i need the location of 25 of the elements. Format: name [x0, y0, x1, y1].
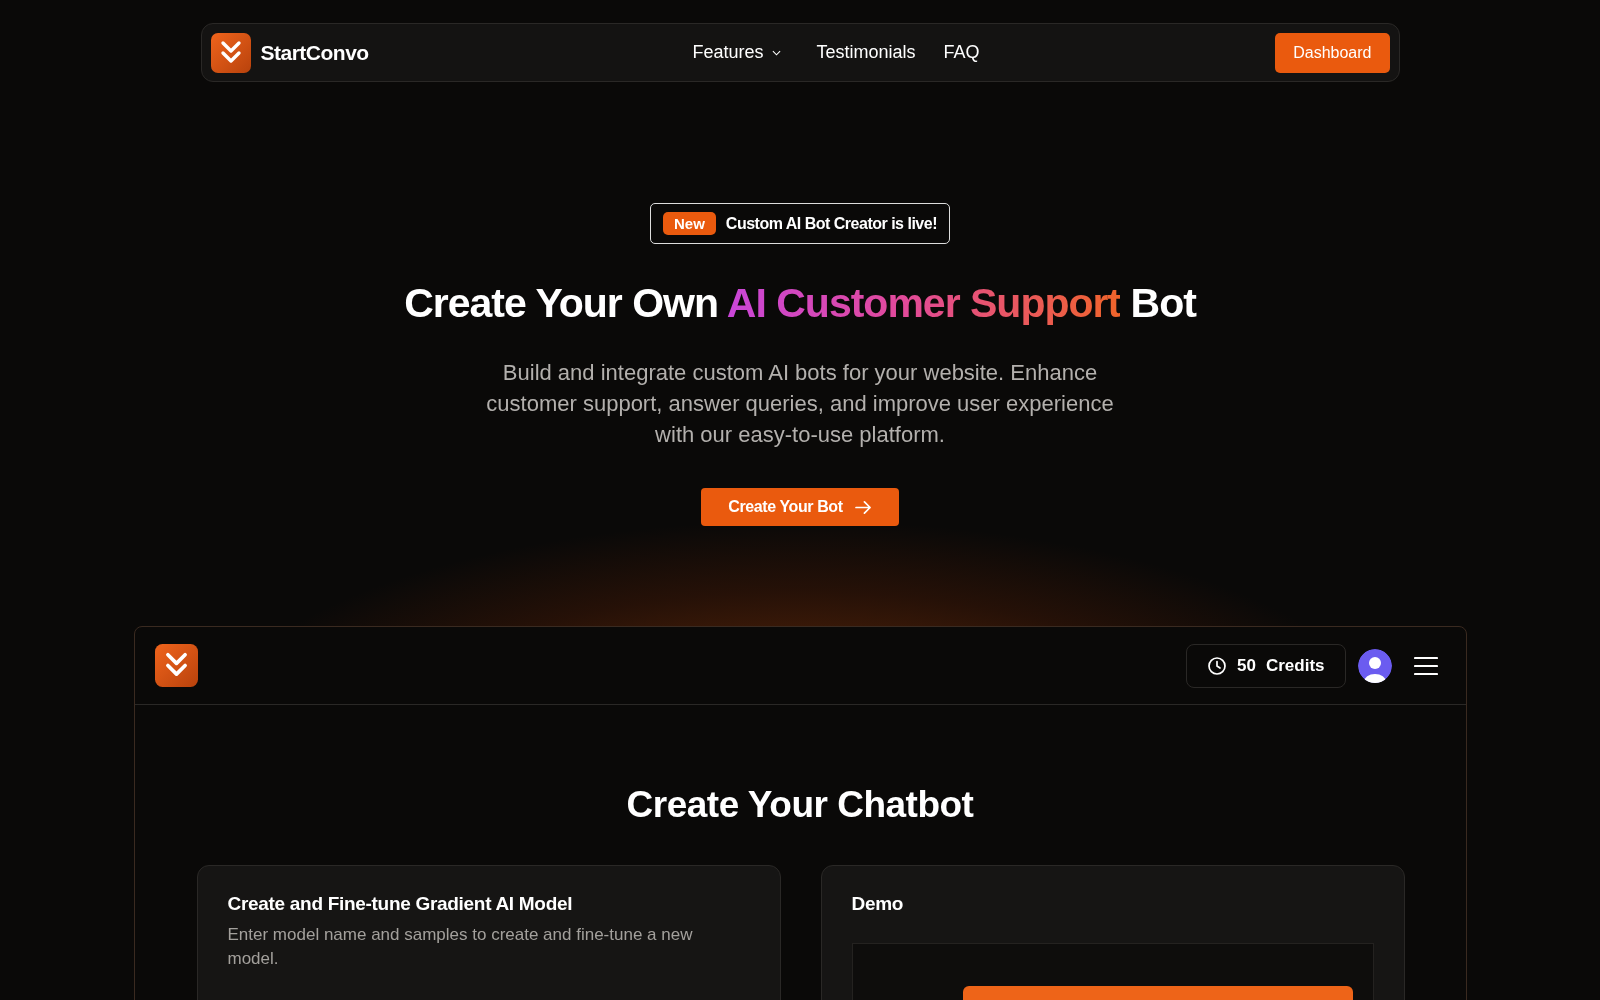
card-title: Create and Fine-tune Gradient AI Model — [227, 893, 574, 915]
avatar-icon[interactable] — [1357, 648, 1392, 683]
credits-pill[interactable]: 50 Credits — [1186, 643, 1346, 688]
dashboard-button[interactable]: Dashboard — [1275, 32, 1390, 73]
nav-link[interactable]: Testimonials — [816, 42, 916, 63]
card-title: Demo — [851, 893, 905, 915]
nav-link[interactable]: Features — [692, 42, 789, 63]
logo-icon — [210, 32, 251, 73]
credits-label: Credits — [1265, 655, 1325, 676]
hero-description: Build and integrate custom AI bots for your website. Enhance customer support, answer queries, and improve user experience with our easy-to-use platform. — [485, 359, 1115, 449]
nav-link[interactable]: FAQ — [943, 42, 980, 63]
hero-headline: Create Your Own AI Customer Support Bot — [404, 280, 1196, 327]
menu-icon[interactable] — [1413, 655, 1438, 676]
section-title: Create Your Chatbot — [625, 784, 975, 826]
caret-icon — [771, 49, 781, 56]
announcement-text: Custom AI Bot Creator is live! — [725, 214, 937, 233]
clock-icon — [1207, 655, 1227, 676]
credits-count: 50 — [1237, 655, 1256, 676]
create-bot-button[interactable]: Create Your Bot — [701, 488, 899, 526]
arrow-right-icon — [854, 499, 872, 515]
brand-name[interactable]: StartConvo — [260, 40, 369, 65]
announcement-badge[interactable]: New Custom AI Bot Creator is live! — [650, 203, 950, 244]
card-description: Enter model name and samples to create and fine-tune a new model. — [227, 924, 694, 970]
logo-icon — [154, 644, 198, 687]
new-tag: New — [663, 212, 716, 235]
